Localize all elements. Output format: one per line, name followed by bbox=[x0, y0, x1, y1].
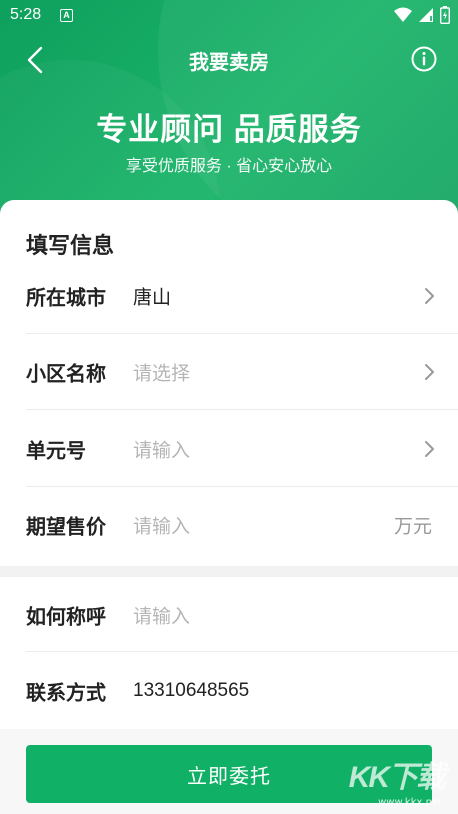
header-banner: 5:28 A 我要卖房 专业顾问 品质服务 享受优质服务 · 省心安心放心 bbox=[0, 0, 458, 230]
battery-icon bbox=[440, 6, 450, 24]
city-value: 唐山 bbox=[133, 287, 172, 309]
chevron-right-icon bbox=[425, 288, 434, 304]
wifi-icon bbox=[394, 7, 412, 22]
price-input[interactable]: 请输入 bbox=[133, 512, 190, 539]
community-row[interactable]: 小区名称 请选择 bbox=[0, 334, 458, 410]
status-bar: 5:28 A bbox=[0, 0, 458, 32]
name-row[interactable]: 如何称呼 请输入 bbox=[0, 577, 458, 653]
city-row[interactable]: 所在城市 唐山 bbox=[0, 258, 458, 334]
community-placeholder: 请选择 bbox=[133, 363, 191, 385]
info-button[interactable] bbox=[410, 45, 438, 73]
divider bbox=[26, 651, 458, 652]
info-form-card: 填写信息 所在城市 唐山 小区名称 请选择 单元号 请输入 期望售价 请输入 万… bbox=[0, 200, 458, 566]
chevron-right-icon bbox=[425, 364, 434, 380]
status-icons bbox=[394, 6, 450, 24]
contact-label: 联系方式 bbox=[26, 682, 106, 705]
nav-bar: 我要卖房 bbox=[0, 38, 458, 82]
unit-row[interactable]: 单元号 请输入 bbox=[0, 411, 458, 487]
price-row[interactable]: 期望售价 请输入 万元 bbox=[0, 487, 458, 563]
community-label: 小区名称 bbox=[26, 363, 106, 386]
signal-icon bbox=[419, 8, 433, 22]
submit-button[interactable]: 立即委托 bbox=[26, 745, 432, 803]
info-icon bbox=[411, 46, 437, 72]
name-input[interactable]: 请输入 bbox=[133, 602, 190, 629]
contact-row[interactable]: 联系方式 13310648565 bbox=[0, 653, 458, 729]
bottom-bar: 立即委托 KK下载 www.kkx.net bbox=[0, 729, 458, 814]
unit-label: 单元号 bbox=[26, 440, 86, 463]
chevron-right-icon bbox=[425, 441, 434, 457]
hero-slogan: 专业顾问 品质服务 bbox=[96, 112, 362, 147]
contact-form-card: 如何称呼 请输入 联系方式 13310648565 bbox=[0, 577, 458, 729]
city-label: 所在城市 bbox=[26, 287, 106, 310]
name-label: 如何称呼 bbox=[26, 606, 106, 629]
price-label: 期望售价 bbox=[26, 516, 106, 539]
hero-subslogan: 享受优质服务 · 省心安心放心 bbox=[125, 158, 333, 175]
divider bbox=[26, 409, 458, 410]
unit-placeholder: 请输入 bbox=[133, 440, 191, 462]
section-title: 填写信息 bbox=[26, 233, 115, 258]
status-time: 5:28 bbox=[10, 6, 42, 23]
contact-input[interactable]: 13310648565 bbox=[133, 680, 249, 702]
page-title: 我要卖房 bbox=[189, 52, 269, 74]
notification-icon: A bbox=[60, 9, 73, 22]
price-unit: 万元 bbox=[393, 516, 432, 538]
